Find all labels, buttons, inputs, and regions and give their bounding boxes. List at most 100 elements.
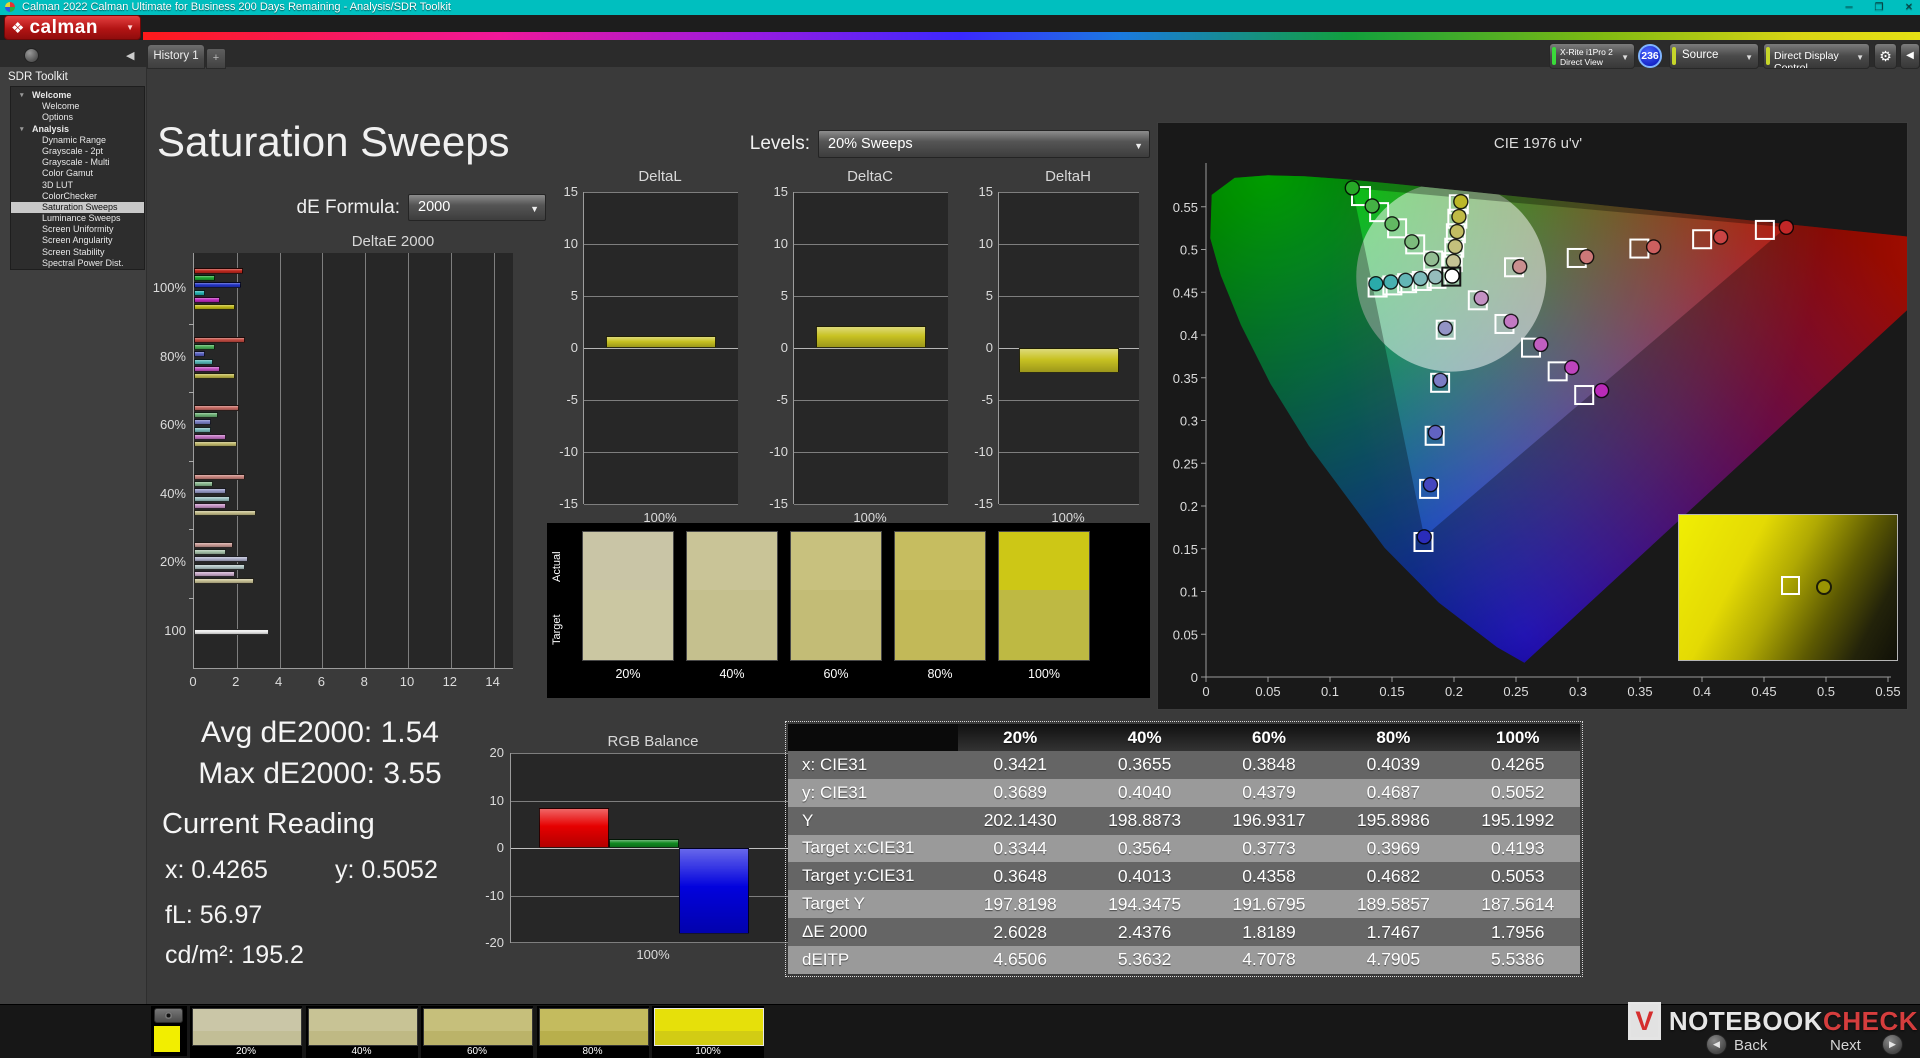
thumb-color-block <box>423 1008 533 1046</box>
patch-thumb-80[interactable]: 80% <box>537 1006 649 1058</box>
cie-measured-point-red <box>1714 230 1728 244</box>
maximize-button[interactable]: ❐ <box>1868 0 1890 15</box>
axis-tick <box>189 529 194 530</box>
sidebar-item-welcome[interactable]: ▾ Welcome <box>11 90 144 101</box>
sidebar-item-grayscale-multi[interactable]: Grayscale - Multi <box>11 157 144 168</box>
y-axis-tick-label: 0.2 <box>1180 499 1198 514</box>
y-axis-tick-label: 0.5 <box>1180 243 1198 258</box>
patch-thumb-60[interactable]: 60% <box>421 1006 533 1058</box>
sidebar-item-3d-lut[interactable]: 3D LUT <box>11 180 144 191</box>
gridline <box>999 452 1139 453</box>
thumb-label: 60% <box>421 1046 533 1057</box>
sidebar-item-colorchecker[interactable]: ColorChecker <box>11 191 144 202</box>
cie-measured-point-blue <box>1433 373 1447 387</box>
y-axis-tick-label: 0.55 <box>1173 200 1198 215</box>
y-axis-tick-label: 15 <box>953 184 993 199</box>
sidebar-title: SDR Toolkit <box>8 71 68 83</box>
table-cell: 0.4687 <box>1331 779 1455 807</box>
row-label: Target Y <box>788 890 958 918</box>
cie-measured-point-yellow <box>1454 195 1468 209</box>
sidebar-item-label: 3D LUT <box>42 180 73 190</box>
sidebar-item-welcome[interactable]: Welcome <box>11 101 144 112</box>
panel-collapse-icon[interactable]: ◀ <box>1900 43 1920 69</box>
table-cell: 0.3344 <box>958 835 1082 863</box>
sidebar-item-dynamic-range[interactable]: Dynamic Range <box>11 135 144 146</box>
table-cell: 1.7956 <box>1456 918 1580 946</box>
y-axis-tick-label: 0.1 <box>1180 585 1198 600</box>
gridline <box>451 253 452 668</box>
gridline <box>584 400 738 401</box>
sidebar-item-color-gamut[interactable]: Color Gamut <box>11 168 144 179</box>
sidebar-item-options[interactable]: Options <box>11 112 144 123</box>
gridline <box>999 504 1139 505</box>
display-control-button[interactable]: Direct Display Control ▼ <box>1763 43 1870 69</box>
sidebar-item-label: Options <box>42 112 73 122</box>
meter-selector-button[interactable]: X-Rite i1Pro 2 Direct View ▼ <box>1549 43 1635 69</box>
y-axis-tick-label: 5 <box>953 288 993 303</box>
cie-zoom-inset <box>1678 514 1898 661</box>
measurement-count-badge[interactable]: 236 <box>1638 44 1662 68</box>
table-cell: 189.5857 <box>1331 890 1455 918</box>
calman-menu-button[interactable]: ❖ calman ▼ <box>4 15 141 40</box>
gear-icon[interactable]: ⚙ <box>1874 43 1897 69</box>
workspace-toggle-button[interactable] <box>24 48 39 63</box>
sidebar-item-label: Color Gamut <box>42 168 93 178</box>
y-axis-tick-label: 0.25 <box>1173 456 1198 471</box>
gridline <box>322 253 323 668</box>
sidebar-item-screen-angularity[interactable]: Screen Angularity <box>11 235 144 246</box>
tab-history-1[interactable]: History 1 <box>147 44 205 69</box>
cie-measured-point-magenta <box>1595 384 1609 398</box>
cie-measured-point-yellow <box>1450 225 1464 239</box>
sidebar-item-spectral-power-dist[interactable]: Spectral Power Dist. <box>11 258 144 269</box>
bar-segment <box>194 419 211 425</box>
gridline <box>511 801 797 802</box>
de-formula-dropdown[interactable]: 2000 ▼ <box>408 194 546 221</box>
deltal-chart: DeltaL151050-5-10-15100% <box>538 160 743 530</box>
patch-thumb-40[interactable]: 40% <box>306 1006 418 1058</box>
close-button[interactable]: ✕ <box>1898 0 1920 15</box>
bar-segment <box>194 366 220 372</box>
sidebar-item-luminance-sweeps[interactable]: Luminance Sweeps <box>11 213 144 224</box>
sidebar-item-label: Welcome <box>32 90 71 100</box>
group-label-100: 100% <box>140 280 186 295</box>
y-axis-tick-label: 0 <box>1191 670 1198 685</box>
tree-expander-icon[interactable]: ▾ <box>20 90 24 101</box>
sidebar-item-analysis[interactable]: ▾Analysis <box>11 124 144 135</box>
gridline <box>365 253 366 668</box>
y-axis-tick-label: 5 <box>538 288 578 303</box>
add-tab-button[interactable]: + <box>206 48 226 69</box>
thumb-label: 20% <box>190 1046 302 1057</box>
sidebar-item-label: Spectral Power Dist. <box>42 258 124 268</box>
bar-segment <box>194 297 220 303</box>
sidebar-collapse-icon[interactable]: ◀ <box>126 49 134 62</box>
sidebar-item-screen-uniformity[interactable]: Screen Uniformity <box>11 224 144 235</box>
deltah-chart: DeltaH151050-5-10-15100% <box>953 160 1145 530</box>
sidebar-item-grayscale-2pt[interactable]: Grayscale - 2pt <box>11 146 144 157</box>
cie-measured-point-red <box>1580 250 1594 264</box>
x-axis-tick-label: 0 <box>181 674 205 689</box>
minimize-button[interactable]: ─ <box>1838 0 1860 15</box>
patch-thumb-20[interactable]: 20% <box>190 1006 302 1058</box>
thumb-top-color <box>193 1009 301 1031</box>
levels-dropdown[interactable]: 20% Sweeps ▼ <box>818 130 1150 158</box>
sidebar-item-screen-stability[interactable]: Screen Stability <box>11 247 144 258</box>
gridline <box>494 253 495 668</box>
table-row-e-2000: ΔE 20002.60282.43761.81891.74671.7956 <box>788 918 1580 946</box>
y-axis-tick-label: -10 <box>538 444 578 459</box>
x-axis-tick-label: 0.05 <box>1255 684 1280 699</box>
sidebar-item-saturation-sweeps[interactable]: Saturation Sweeps <box>11 202 144 213</box>
tree-expander-icon[interactable]: ▾ <box>20 124 24 135</box>
source-selector-button[interactable]: Source ▼ <box>1669 43 1759 69</box>
app-icon <box>5 2 15 12</box>
rgb-balance-chart: RGB Balance20100-10-20100% <box>460 733 806 965</box>
patch-thumb-100[interactable]: 100% <box>652 1006 764 1058</box>
eye-icon[interactable] <box>154 1008 183 1023</box>
chevron-down-icon: ▼ <box>1621 53 1629 63</box>
current-patch-swatch[interactable] <box>154 1026 180 1052</box>
axis-tick <box>189 598 194 599</box>
reading-fl: fL: 56.97 <box>165 901 262 930</box>
thumb-color-block <box>192 1008 302 1046</box>
y-axis-tick-label: 10 <box>462 793 504 808</box>
sidebar-item-label: Luminance Sweeps <box>42 213 121 223</box>
table-cell: 195.1992 <box>1456 807 1580 835</box>
